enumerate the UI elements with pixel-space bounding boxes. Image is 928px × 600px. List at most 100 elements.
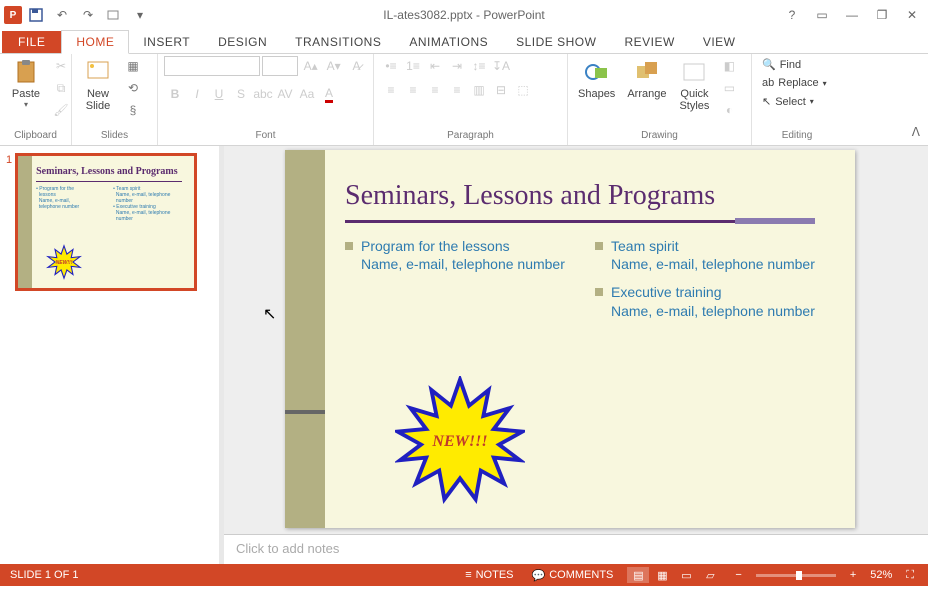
select-button[interactable]: ↖Select▾: [758, 93, 818, 110]
align-text-icon[interactable]: ⊟: [490, 80, 512, 100]
slideshow-view-icon[interactable]: ▱: [699, 567, 721, 583]
shape-effects-icon[interactable]: ◐: [718, 100, 740, 120]
fit-window-icon[interactable]: ⛶: [902, 567, 918, 584]
slide-thumbnail-panel[interactable]: 1 Seminars, Lessons and Programs • Progr…: [0, 146, 219, 564]
bullets-icon[interactable]: •≡: [380, 56, 402, 76]
slide-counter[interactable]: SLIDE 1 OF 1: [10, 569, 461, 581]
select-icon: ↖: [762, 95, 771, 108]
columns-icon[interactable]: ▥: [468, 80, 490, 100]
tab-transitions[interactable]: TRANSITIONS: [281, 31, 395, 53]
increase-font-icon[interactable]: A▴: [300, 56, 321, 76]
ribbon-tabs: FILE HOME INSERT DESIGN TRANSITIONS ANIM…: [0, 30, 928, 54]
group-paragraph: Paragraph: [380, 128, 561, 143]
tab-home[interactable]: HOME: [61, 30, 129, 54]
bold-icon[interactable]: B: [164, 84, 186, 104]
minimize-icon[interactable]: —: [840, 6, 864, 24]
slide-title[interactable]: Seminars, Lessons and Programs: [345, 180, 815, 212]
new-slide-button[interactable]: New Slide: [78, 56, 118, 114]
section-icon[interactable]: §: [122, 100, 144, 120]
tab-animations[interactable]: ANIMATIONS: [395, 31, 502, 53]
zoom-in-button[interactable]: +: [846, 567, 860, 583]
window-title: IL-ates3082.pptx - PowerPoint: [383, 8, 544, 22]
status-bar: SLIDE 1 OF 1 ≡ NOTES 💬 COMMENTS ▤ ▦ ▭ ▱ …: [0, 564, 928, 586]
normal-view-icon[interactable]: ▤: [627, 567, 649, 583]
font-family-combo[interactable]: [164, 56, 260, 76]
replace-button[interactable]: abReplace▾: [758, 75, 831, 91]
reset-icon[interactable]: ⟲: [122, 78, 144, 98]
tab-review[interactable]: REVIEW: [610, 31, 688, 53]
zoom-out-button[interactable]: −: [731, 567, 745, 583]
workspace: 1 Seminars, Lessons and Programs • Progr…: [0, 146, 928, 564]
smartart-icon[interactable]: ⬚: [512, 80, 534, 100]
app-icon: P: [4, 6, 22, 24]
collapse-ribbon-icon[interactable]: ᐱ: [912, 125, 920, 139]
quick-styles-button[interactable]: Quick Styles: [674, 56, 714, 114]
notes-toggle[interactable]: ≡ NOTES: [461, 567, 517, 583]
decrease-font-icon[interactable]: A▾: [323, 56, 344, 76]
shape-fill-icon[interactable]: ◧: [718, 56, 740, 76]
content-column-right[interactable]: Team spiritName, e-mail, telephone numbe…: [595, 237, 815, 330]
copy-icon[interactable]: ⧉: [50, 78, 72, 98]
cut-icon[interactable]: ✂: [50, 56, 72, 76]
group-drawing: Drawing: [574, 128, 745, 143]
align-center-icon[interactable]: ≡: [402, 80, 424, 100]
align-right-icon[interactable]: ≡: [424, 80, 446, 100]
comments-toggle[interactable]: 💬 COMMENTS: [528, 567, 618, 584]
numbering-icon[interactable]: 1≡: [402, 56, 424, 76]
thumb-number: 1: [6, 154, 12, 290]
slide-edit-area[interactable]: Seminars, Lessons and Programs Program f…: [224, 146, 928, 534]
clear-format-icon[interactable]: A̷: [346, 56, 367, 76]
strike-icon[interactable]: abc: [252, 84, 274, 104]
tab-insert[interactable]: INSERT: [129, 31, 204, 53]
save-icon[interactable]: [24, 3, 48, 27]
zoom-level[interactable]: 52%: [870, 569, 892, 581]
ribbon-display-icon[interactable]: ▭: [810, 6, 834, 24]
content-column-left[interactable]: Program for the lessonsName, e-mail, tel…: [345, 237, 565, 330]
redo-icon[interactable]: ↷: [76, 3, 100, 27]
font-color-icon[interactable]: A: [318, 84, 340, 104]
italic-icon[interactable]: I: [186, 84, 208, 104]
undo-icon[interactable]: ↶: [50, 3, 74, 27]
help-icon[interactable]: ?: [780, 6, 804, 24]
close-icon[interactable]: ✕: [900, 6, 924, 24]
group-font: Font: [164, 128, 367, 143]
group-slides: Slides: [78, 128, 151, 143]
font-size-combo[interactable]: [262, 56, 299, 76]
reading-view-icon[interactable]: ▭: [675, 567, 697, 583]
tab-view[interactable]: VIEW: [689, 31, 750, 53]
align-left-icon[interactable]: ≡: [380, 80, 402, 100]
paste-button[interactable]: Paste ▾: [6, 56, 46, 111]
notes-input[interactable]: Click to add notes: [224, 534, 928, 564]
tab-slideshow[interactable]: SLIDE SHOW: [502, 31, 610, 53]
ribbon: Paste ▾ ✂ ⧉ 🖌 Clipboard New Slide ▦ ⟲ § …: [0, 54, 928, 146]
text-direction-icon[interactable]: ↧A: [490, 56, 512, 76]
zoom-slider[interactable]: [756, 574, 836, 577]
restore-icon[interactable]: ❐: [870, 6, 894, 24]
shape-outline-icon[interactable]: ▭: [718, 78, 740, 98]
char-spacing-icon[interactable]: AV: [274, 84, 296, 104]
start-from-beginning-icon[interactable]: [102, 3, 126, 27]
group-clipboard: Clipboard: [6, 128, 65, 143]
arrange-button[interactable]: Arrange: [623, 56, 670, 102]
qat-customize-icon[interactable]: ▾: [128, 3, 152, 27]
shapes-button[interactable]: Shapes: [574, 56, 619, 102]
find-button[interactable]: 🔍Find: [758, 56, 805, 73]
slide-canvas[interactable]: Seminars, Lessons and Programs Program f…: [285, 150, 855, 528]
line-spacing-icon[interactable]: ↕≡: [468, 56, 490, 76]
find-icon: 🔍: [762, 58, 776, 71]
shadow-icon[interactable]: S: [230, 84, 252, 104]
underline-icon[interactable]: U: [208, 84, 230, 104]
change-case-icon[interactable]: Aa: [296, 84, 318, 104]
tab-file[interactable]: FILE: [2, 31, 61, 53]
format-painter-icon[interactable]: 🖌: [50, 100, 72, 120]
decrease-indent-icon[interactable]: ⇤: [424, 56, 446, 76]
increase-indent-icon[interactable]: ⇥: [446, 56, 468, 76]
group-editing: Editing: [758, 128, 836, 143]
replace-icon: ab: [762, 77, 774, 89]
slide-thumbnail[interactable]: 1 Seminars, Lessons and Programs • Progr…: [6, 154, 213, 290]
layout-icon[interactable]: ▦: [122, 56, 144, 76]
justify-icon[interactable]: ≡: [446, 80, 468, 100]
tab-design[interactable]: DESIGN: [204, 31, 281, 53]
star-shape[interactable]: NEW!!!: [395, 376, 525, 508]
sorter-view-icon[interactable]: ▦: [651, 567, 673, 583]
